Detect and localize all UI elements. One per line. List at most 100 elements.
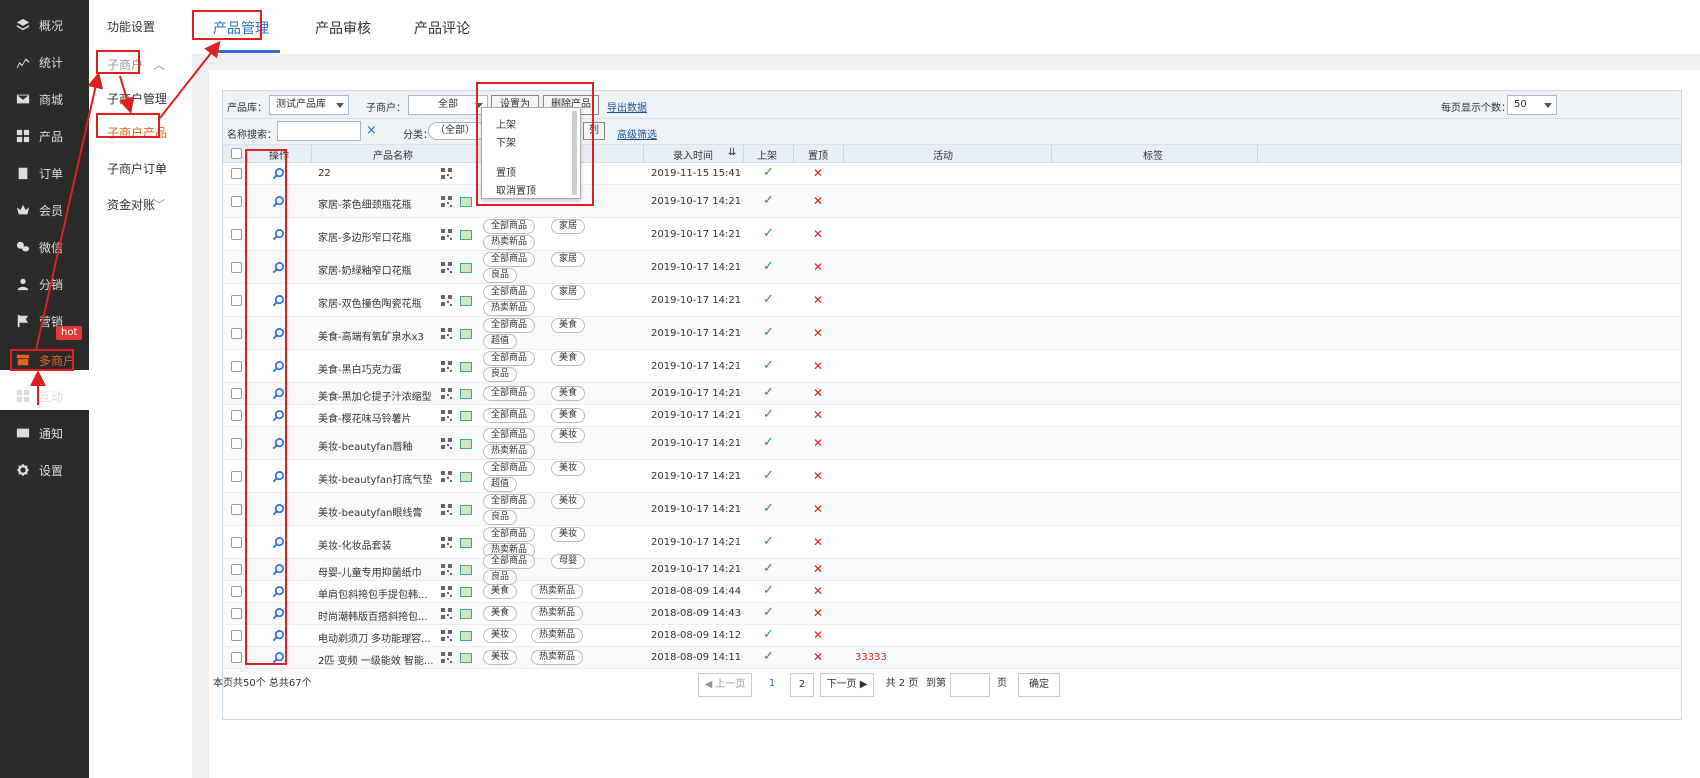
row-checkbox[interactable]	[231, 630, 242, 641]
col-top[interactable]: 置顶	[808, 147, 828, 162]
next-page-button[interactable]: 下一页 ▶	[820, 673, 874, 697]
qrcode-icon[interactable]	[441, 652, 452, 663]
sort-icon[interactable]: ⇊	[728, 147, 736, 158]
goto-page-input[interactable]	[950, 673, 990, 697]
qrcode-icon[interactable]	[441, 608, 452, 619]
col-name[interactable]: 产品名称	[373, 147, 413, 162]
row-checkbox[interactable]	[231, 586, 242, 597]
cross-icon[interactable]: ✕	[813, 293, 823, 307]
image-icon[interactable]	[460, 438, 472, 449]
check-icon[interactable]: ✓	[763, 468, 774, 483]
check-icon[interactable]: ✓	[763, 534, 774, 549]
check-icon[interactable]: ✓	[763, 435, 774, 450]
cross-icon[interactable]: ✕	[813, 469, 823, 483]
cross-icon[interactable]: ✕	[813, 408, 823, 422]
image-icon[interactable]	[460, 262, 472, 273]
qrcode-icon[interactable]	[441, 437, 452, 449]
image-icon[interactable]	[460, 328, 472, 339]
image-icon[interactable]	[460, 295, 472, 306]
image-icon[interactable]	[460, 389, 472, 399]
lib-select[interactable]: 测试产品库	[269, 95, 349, 115]
qrcode-icon[interactable]	[441, 327, 452, 339]
row-checkbox[interactable]	[231, 652, 242, 663]
cross-icon[interactable]: ✕	[813, 628, 823, 642]
cross-icon[interactable]: ✕	[813, 227, 823, 241]
image-icon[interactable]	[460, 587, 472, 597]
check-icon[interactable]: ✓	[763, 325, 774, 340]
clear-icon[interactable]: ×	[366, 123, 377, 138]
check-icon[interactable]: ✓	[763, 165, 774, 180]
cross-icon[interactable]: ✕	[813, 194, 823, 208]
qrcode-icon[interactable]	[441, 261, 452, 273]
check-icon[interactable]: ✓	[763, 193, 774, 208]
sidebar-item-12[interactable]: 设置	[0, 450, 89, 490]
qrcode-icon[interactable]	[441, 536, 452, 548]
qrcode-icon[interactable]	[441, 388, 452, 399]
check-icon[interactable]: ✓	[763, 385, 774, 400]
image-icon[interactable]	[460, 565, 472, 575]
check-icon[interactable]: ✓	[763, 561, 774, 576]
search-input[interactable]	[277, 121, 361, 141]
cross-icon[interactable]: ✕	[813, 535, 823, 549]
image-icon[interactable]	[460, 411, 472, 421]
confirm-button[interactable]: 确定	[1018, 673, 1060, 697]
row-checkbox[interactable]	[231, 536, 242, 548]
qrcode-icon[interactable]	[441, 228, 452, 240]
tab-product-comments[interactable]: 产品评论	[414, 18, 470, 38]
cross-icon[interactable]: ✕	[813, 359, 823, 373]
qrcode-icon[interactable]	[441, 410, 452, 421]
image-icon[interactable]	[460, 471, 472, 482]
export-data-link[interactable]: 导出数据	[607, 99, 647, 114]
cross-icon[interactable]: ✕	[813, 260, 823, 274]
image-icon[interactable]	[460, 609, 472, 619]
qrcode-icon[interactable]	[441, 586, 452, 597]
qrcode-icon[interactable]	[441, 564, 452, 575]
qrcode-icon[interactable]	[441, 630, 452, 641]
image-icon[interactable]	[460, 229, 472, 240]
qrcode-icon[interactable]	[441, 168, 452, 179]
qrcode-icon[interactable]	[441, 294, 452, 306]
row-checkbox[interactable]	[231, 608, 242, 619]
check-icon[interactable]: ✓	[763, 627, 774, 642]
check-icon[interactable]: ✓	[763, 226, 774, 241]
row-checkbox[interactable]	[231, 470, 242, 482]
image-icon[interactable]	[460, 361, 472, 372]
row-checkbox[interactable]	[231, 503, 242, 515]
check-icon[interactable]: ✓	[763, 407, 774, 422]
cross-icon[interactable]: ✕	[813, 562, 823, 576]
qrcode-icon[interactable]	[441, 360, 452, 372]
qrcode-icon[interactable]	[441, 503, 452, 515]
cross-icon[interactable]: ✕	[813, 606, 823, 620]
image-icon[interactable]	[460, 537, 472, 548]
tab-product-review[interactable]: 产品审核	[315, 18, 371, 38]
check-icon[interactable]: ✓	[763, 605, 774, 620]
cross-icon[interactable]: ✕	[813, 326, 823, 340]
cross-icon[interactable]: ✕	[813, 386, 823, 400]
col-time[interactable]: 录入时间	[673, 147, 713, 162]
page-1-button[interactable]: 1	[760, 673, 784, 697]
check-icon[interactable]: ✓	[763, 501, 774, 516]
image-icon[interactable]	[460, 504, 472, 515]
image-icon[interactable]	[460, 653, 472, 663]
cross-icon[interactable]: ✕	[813, 436, 823, 450]
check-icon[interactable]: ✓	[763, 358, 774, 373]
cross-icon[interactable]: ✕	[813, 584, 823, 598]
image-icon[interactable]	[460, 631, 472, 641]
cross-icon[interactable]: ✕	[813, 502, 823, 516]
image-icon[interactable]	[460, 196, 472, 207]
check-icon[interactable]: ✓	[763, 292, 774, 307]
check-icon[interactable]: ✓	[763, 649, 774, 664]
check-icon[interactable]: ✓	[763, 259, 774, 274]
col-shelf[interactable]: 上架	[757, 147, 777, 162]
row-checkbox[interactable]	[231, 564, 242, 575]
qrcode-icon[interactable]	[441, 470, 452, 482]
prev-page-button[interactable]: ◀ 上一页	[698, 673, 752, 697]
cross-icon[interactable]: ✕	[813, 650, 823, 664]
qrcode-icon[interactable]	[441, 195, 452, 207]
check-icon[interactable]: ✓	[763, 583, 774, 598]
advanced-filter-link[interactable]: 高级筛选	[617, 126, 657, 141]
per-page-select[interactable]: 50	[1507, 95, 1557, 115]
page-2-button[interactable]: 2	[790, 673, 814, 697]
row-checkbox[interactable]	[231, 437, 242, 449]
cross-icon[interactable]: ✕	[813, 166, 823, 180]
